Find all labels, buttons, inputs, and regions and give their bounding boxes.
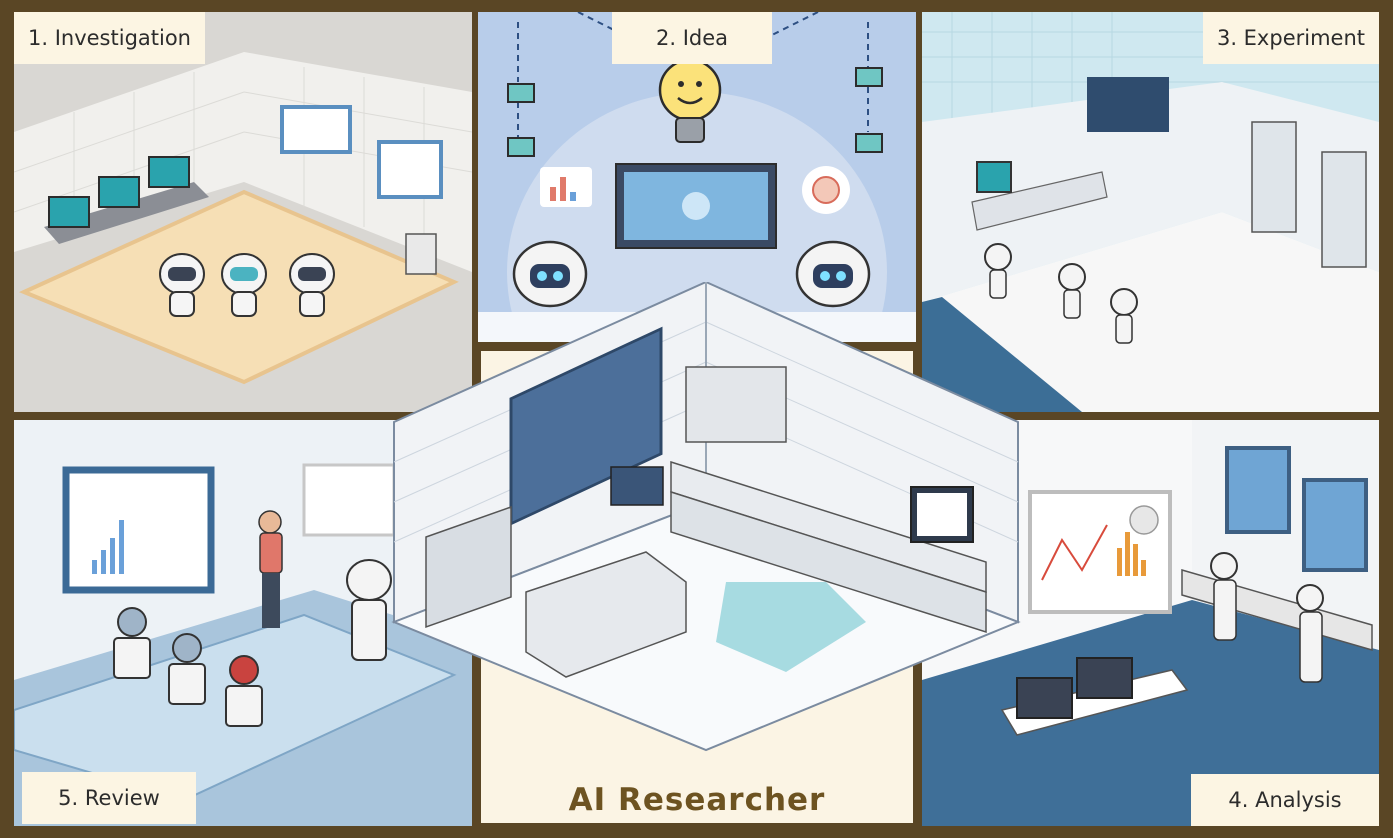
- panel-label-idea: 2. Idea: [612, 12, 772, 64]
- robot-icon: [1210, 552, 1238, 641]
- panel-label-experiment: 3. Experiment: [1202, 12, 1379, 64]
- monitor-icon: [615, 163, 777, 249]
- robot-icon: [113, 607, 151, 679]
- monitor-icon: [910, 486, 974, 543]
- panel-label-investigation: 1. Investigation: [14, 12, 205, 64]
- robot-icon: [1296, 584, 1324, 683]
- panel-label-review: 5. Review: [22, 772, 196, 824]
- chart-icon: [540, 167, 592, 207]
- central-lab-illustration: [391, 282, 1021, 752]
- panel-label-analysis: 4. Analysis: [1191, 774, 1379, 826]
- ai-researcher-lab: [386, 282, 1026, 752]
- ai-researcher-title: AI Researcher: [568, 782, 826, 818]
- robot-icon: [225, 655, 263, 727]
- robot-icon: [346, 559, 392, 661]
- robot-icon: [168, 633, 206, 705]
